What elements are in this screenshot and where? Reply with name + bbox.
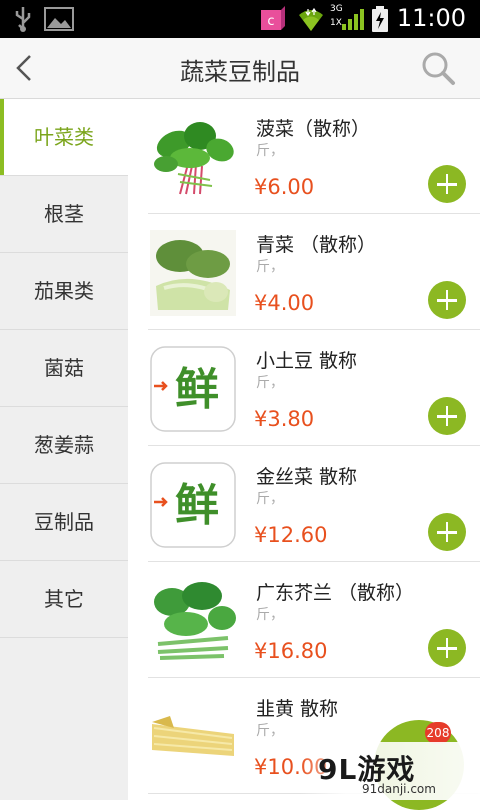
category-item-root[interactable]: 根茎 [0, 176, 128, 253]
fresh-logo-image: 鲜 [150, 346, 236, 432]
product-name: 菠菜（散称） [256, 118, 371, 140]
app-notification-icon: c [261, 6, 285, 30]
category-item-mushroom[interactable]: 菌菇 [0, 330, 128, 407]
add-to-cart-button[interactable] [428, 281, 466, 319]
product-price: ¥3.80 [254, 407, 315, 431]
product-name: 青菜 （散称） [256, 234, 377, 256]
logo-glyph: 鲜 [175, 364, 219, 415]
category-label: 其它 [44, 587, 84, 611]
page-title: 蔬菜豆制品 [180, 58, 300, 86]
spinach-image [150, 114, 236, 200]
watermark-url: 91danji.com [362, 782, 436, 796]
add-to-cart-button[interactable] [428, 629, 466, 667]
category-item-leafy[interactable]: 叶菜类 [0, 99, 128, 176]
category-label: 茄果类 [34, 279, 94, 303]
status-bar: c 3G 1X 11:00 [0, 0, 480, 38]
product-price: ¥6.00 [254, 175, 315, 199]
category-item-tofu[interactable]: 豆制品 [0, 484, 128, 561]
cart-count-badge: 208 [425, 722, 451, 744]
category-sidebar: 叶菜类 根茎 茄果类 菌菇 葱姜蒜 豆制品 其它 [0, 99, 128, 800]
bok-choy-image [150, 230, 236, 316]
product-name: 小土豆 散称 [256, 350, 358, 372]
category-item-other[interactable]: 其它 [0, 561, 128, 638]
product-price: ¥12.60 [254, 523, 328, 547]
category-label: 葱姜蒜 [34, 433, 94, 457]
wifi-icon [299, 7, 323, 31]
watermark: 9L游戏 91danji.com [300, 742, 480, 800]
category-item-aromatics[interactable]: 葱姜蒜 [0, 407, 128, 484]
product-list[interactable]: 菠菜（散称） 斤， ¥6.00 青菜 （散称） 斤， ¥4.00 鲜 小土豆 散… [128, 99, 480, 800]
kale-image [150, 578, 236, 664]
product-row[interactable]: 鲜 金丝菜 散称 斤， ¥12.60 [128, 447, 480, 562]
product-unit: 斤， [256, 143, 284, 159]
product-unit: 斤， [256, 491, 284, 507]
product-unit: 斤， [256, 723, 284, 739]
add-to-cart-button[interactable] [428, 165, 466, 203]
yellow-chive-image [150, 694, 236, 780]
category-item-solanaceous[interactable]: 茄果类 [0, 253, 128, 330]
image-icon [44, 7, 74, 31]
product-unit: 斤， [256, 259, 284, 275]
product-unit: 斤， [256, 607, 284, 623]
category-label: 叶菜类 [34, 125, 94, 149]
category-label: 菌菇 [44, 356, 84, 380]
product-price: ¥4.00 [254, 291, 315, 315]
fresh-logo-image: 鲜 [150, 462, 236, 548]
divider [148, 677, 480, 678]
divider [148, 329, 480, 330]
divider [148, 561, 480, 562]
clock: 11:00 [396, 4, 466, 32]
category-label: 根茎 [44, 202, 84, 226]
usb-icon [15, 7, 31, 32]
app-header: 蔬菜豆制品 [0, 38, 480, 99]
product-name: 韭黄 散称 [256, 698, 339, 720]
product-name: 金丝菜 散称 [256, 466, 358, 488]
product-row[interactable]: 广东芥兰 （散称） 斤， ¥16.80 [128, 563, 480, 678]
divider [148, 213, 480, 214]
product-row[interactable]: 菠菜（散称） 斤， ¥6.00 [128, 99, 480, 214]
category-label: 豆制品 [34, 510, 94, 534]
battery-icon [372, 6, 388, 32]
product-price: ¥16.80 [254, 639, 328, 663]
logo-glyph: 鲜 [175, 480, 219, 531]
divider [148, 445, 480, 446]
product-unit: 斤， [256, 375, 284, 391]
signal-icon [342, 9, 364, 30]
product-row[interactable]: 鲜 小土豆 散称 斤， ¥3.80 [128, 331, 480, 446]
product-row[interactable]: 青菜 （散称） 斤， ¥4.00 [128, 215, 480, 330]
product-name: 广东芥兰 （散称） [256, 582, 415, 604]
search-icon[interactable] [420, 50, 456, 86]
add-to-cart-button[interactable] [428, 513, 466, 551]
svg-text:c: c [267, 14, 274, 29]
add-to-cart-button[interactable] [428, 397, 466, 435]
